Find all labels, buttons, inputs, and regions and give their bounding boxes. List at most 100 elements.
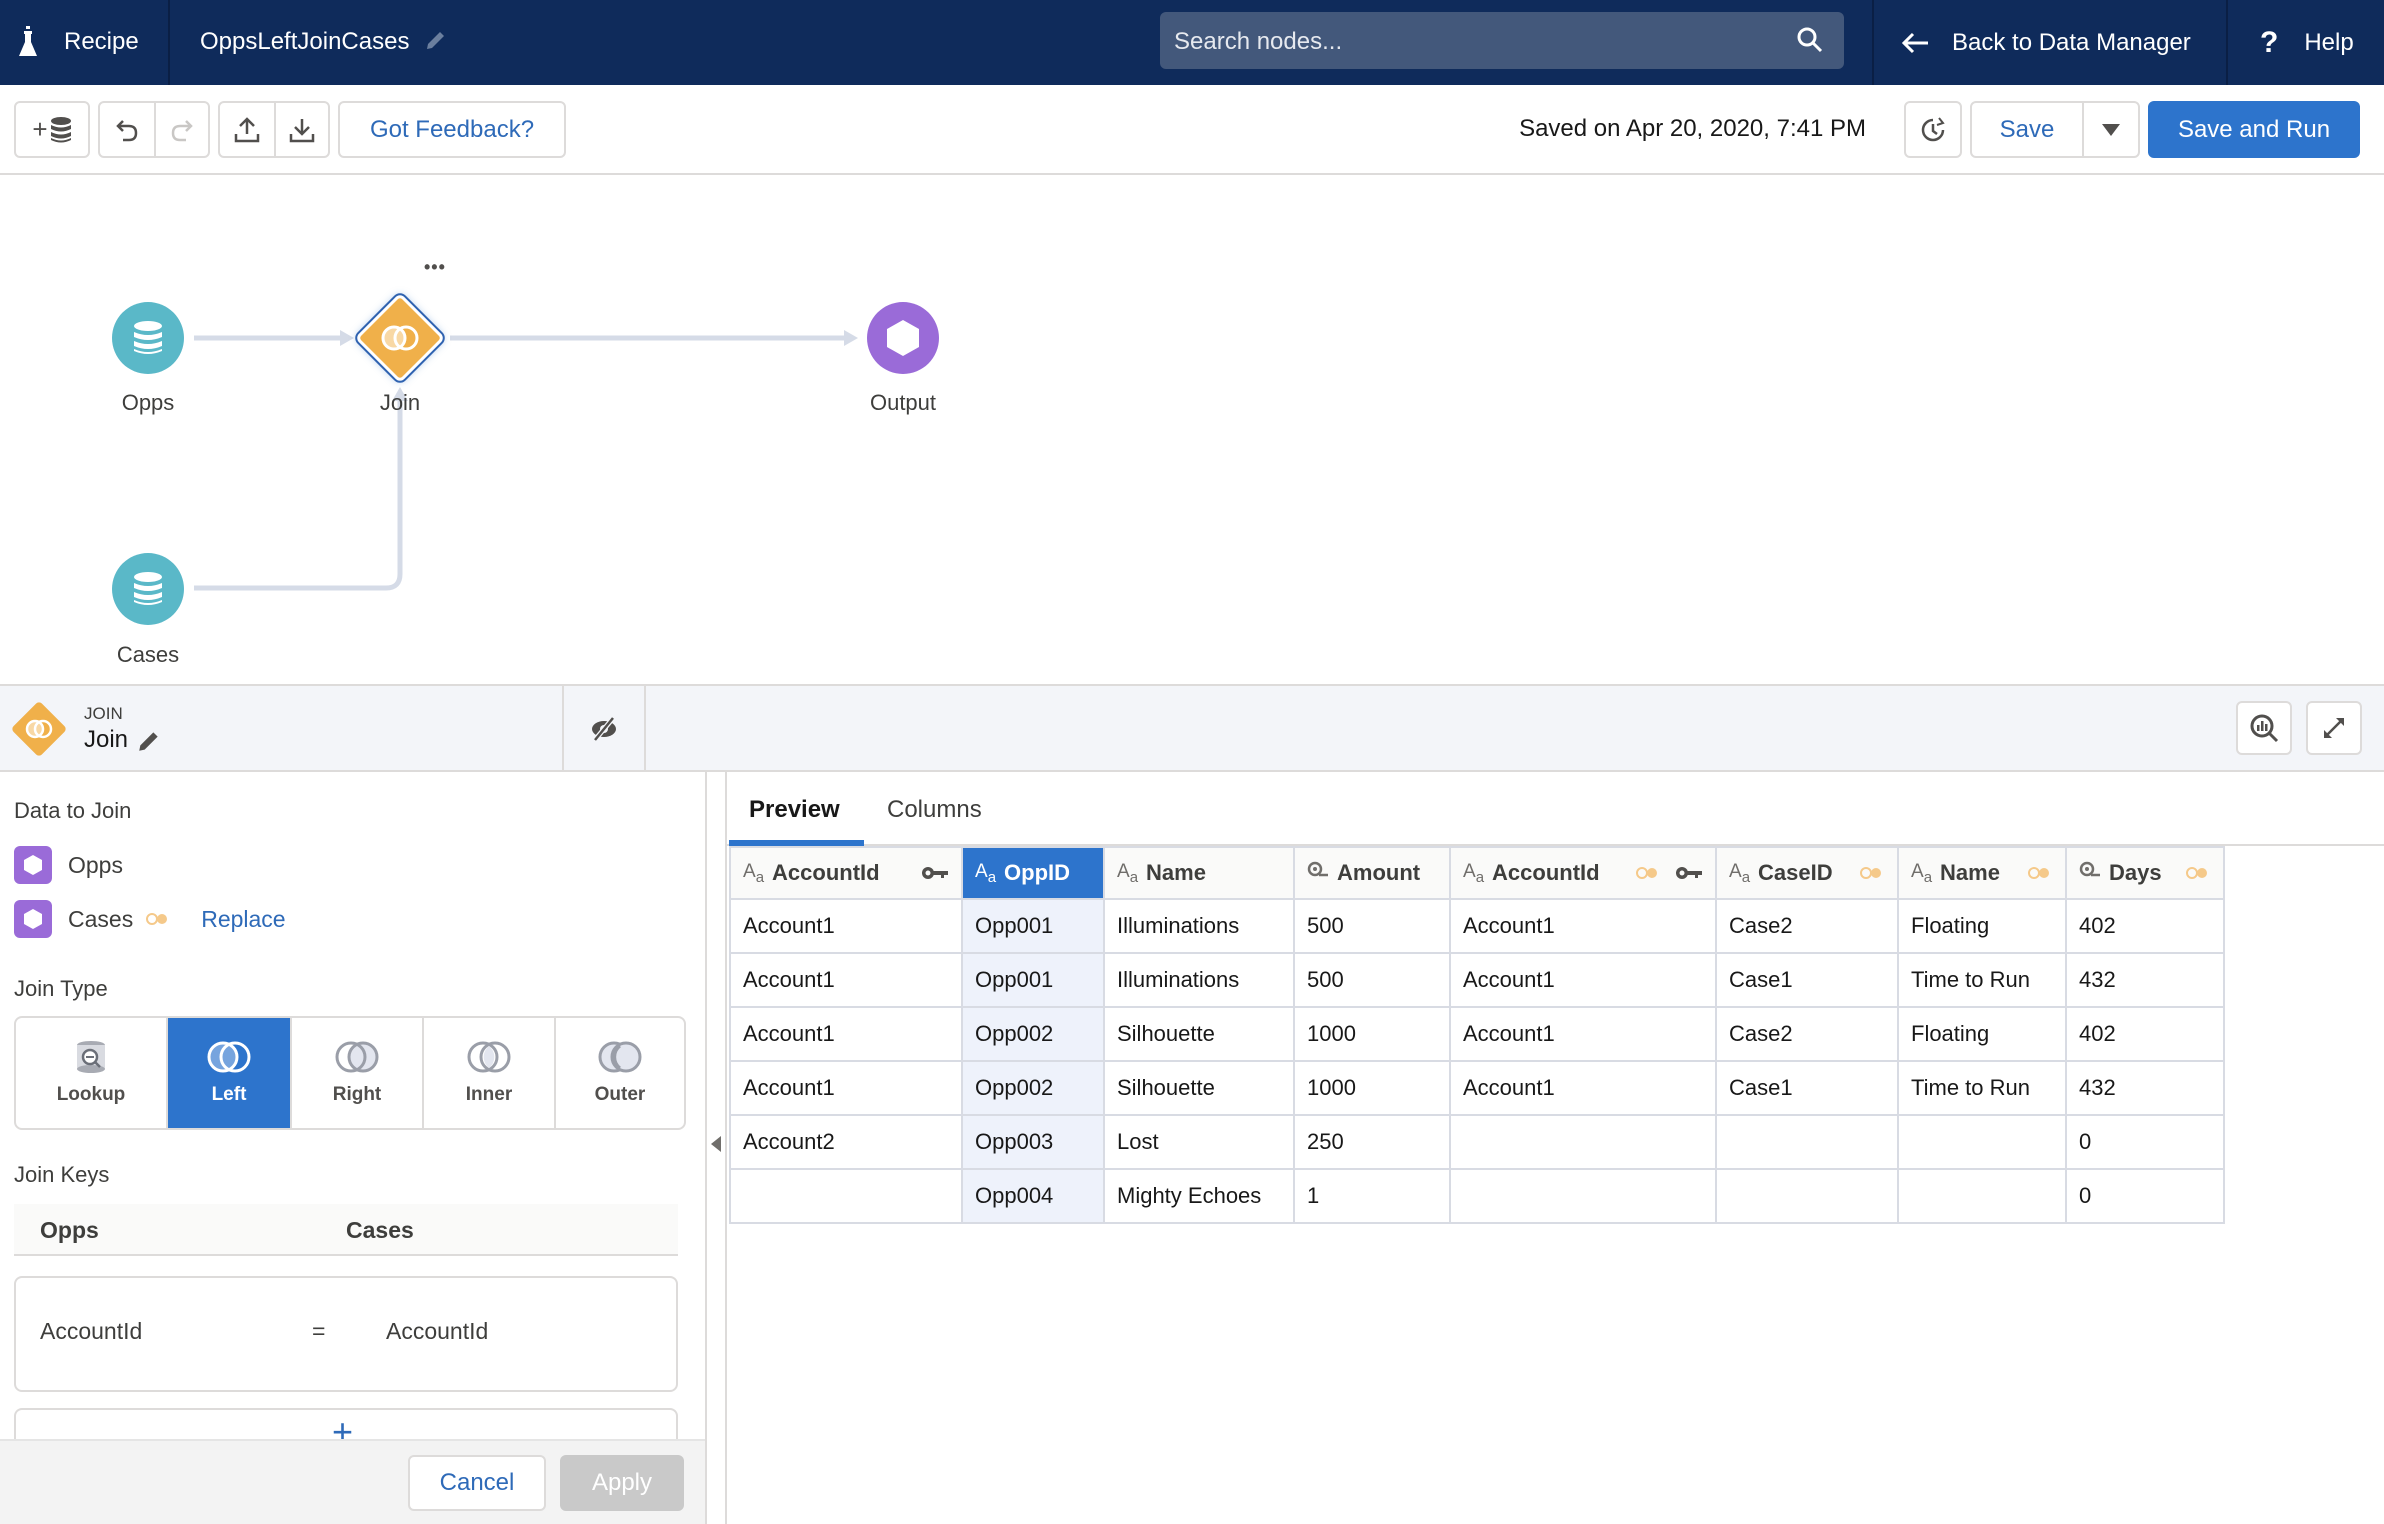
table-cell[interactable]: Time to Run [1897,1060,2067,1116]
table-cell[interactable]: Account1 [1449,952,1717,1008]
node-output[interactable] [867,302,939,374]
column-header[interactable]: Amount [1293,846,1451,900]
panel-collapse-handle[interactable] [707,772,727,1524]
table-cell[interactable]: Account2 [729,1114,963,1170]
table-cell[interactable]: Opp001 [961,898,1105,954]
table-cell[interactable] [1897,1168,2067,1224]
join-key-row[interactable]: AccountId = AccountId [14,1276,678,1392]
table-cell[interactable]: Floating [1897,898,2067,954]
left-key-field[interactable]: AccountId [40,1318,142,1345]
table-cell[interactable] [1715,1168,1899,1224]
table-cell[interactable]: 250 [1293,1114,1451,1170]
table-cell[interactable]: Silhouette [1103,1060,1295,1116]
join-type-left[interactable]: Left [166,1018,290,1128]
column-header[interactable]: Aa OppID [961,846,1105,900]
save-options-dropdown[interactable] [2082,103,2138,156]
table-cell[interactable]: 1 [1293,1168,1451,1224]
add-input-data-button[interactable]: + [14,101,90,158]
table-cell[interactable]: Opp002 [961,1060,1105,1116]
column-header[interactable]: Aa AccountId [729,846,963,900]
column-header[interactable]: Aa CaseID [1715,846,1899,900]
table-cell[interactable] [729,1168,963,1224]
edit-pencil-icon[interactable] [136,728,162,754]
join-type-right[interactable]: Right [290,1018,422,1128]
recipe-name[interactable]: OppsLeftJoinCases [200,28,409,56]
table-cell[interactable]: Opp003 [961,1114,1105,1170]
cancel-button[interactable]: Cancel [408,1455,546,1511]
help-link[interactable]: ? Help [2260,0,2354,85]
recipe-canvas[interactable]: Opps ••• Join Output Cases [0,175,2384,684]
version-history-button[interactable] [1904,101,1962,158]
node-more-options[interactable]: ••• [424,257,446,278]
node-cases[interactable] [112,553,184,625]
table-cell[interactable]: Account1 [729,1060,963,1116]
table-cell[interactable] [1897,1114,2067,1170]
table-cell[interactable]: Case1 [1715,1060,1899,1116]
table-cell[interactable]: Mighty Echoes [1103,1168,1295,1224]
download-button[interactable] [274,103,328,156]
expand-button[interactable] [2306,701,2362,755]
join-type-lookup[interactable]: Lookup [16,1018,166,1128]
save-and-run-button[interactable]: Save and Run [2148,101,2360,158]
node-opps[interactable] [112,302,184,374]
table-cell[interactable]: 500 [1293,898,1451,954]
upload-button[interactable] [220,103,274,156]
hide-preview-button[interactable] [564,686,644,772]
table-cell[interactable]: Floating [1897,1006,2067,1062]
column-header[interactable]: Aa AccountId [1449,846,1717,900]
data-profile-button[interactable] [2236,701,2292,755]
table-cell[interactable]: Case1 [1715,952,1899,1008]
undo-button[interactable] [100,103,154,156]
table-cell[interactable]: Opp002 [961,1006,1105,1062]
table-cell[interactable]: Account1 [729,898,963,954]
back-to-data-manager-link[interactable]: Back to Data Manager [1900,0,2191,85]
tab-columns[interactable]: Columns [887,796,982,824]
table-cell[interactable]: Time to Run [1897,952,2067,1008]
save-button[interactable]: Save [1972,103,2082,156]
table-cell[interactable] [1449,1168,1717,1224]
join-type-inner[interactable]: Inner [422,1018,554,1128]
table-cell[interactable]: 500 [1293,952,1451,1008]
right-key-field[interactable]: AccountId [386,1318,488,1345]
table-cell[interactable]: 0 [2065,1114,2225,1170]
redo-button[interactable] [154,103,208,156]
table-cell[interactable]: Case2 [1715,898,1899,954]
edit-pencil-icon[interactable] [424,28,448,52]
table-cell[interactable]: Opp004 [961,1168,1105,1224]
table-cell[interactable]: Illuminations [1103,898,1295,954]
table-cell[interactable]: 1000 [1293,1006,1451,1062]
top-header: Recipe OppsLeftJoinCases Search nodes...… [0,0,2384,85]
table-cell[interactable]: Opp001 [961,952,1105,1008]
got-feedback-button[interactable]: Got Feedback? [338,101,566,158]
right-source-indicator-icon [2186,867,2207,879]
table-cell[interactable]: Account1 [1449,1006,1717,1062]
table-cell[interactable]: 432 [2065,952,2225,1008]
apply-button[interactable]: Apply [560,1455,684,1511]
table-cell[interactable]: Account1 [1449,898,1717,954]
table-cell[interactable]: Account1 [729,1006,963,1062]
app-label[interactable]: Recipe [64,28,139,56]
plus-icon: + [32,114,48,144]
search-icon[interactable] [1796,26,1824,54]
table-cell[interactable] [1449,1114,1717,1170]
join-type-outer[interactable]: Outer [554,1018,684,1128]
table-cell[interactable] [1715,1114,1899,1170]
table-cell[interactable]: 0 [2065,1168,2225,1224]
column-header[interactable]: Aa Name [1103,846,1295,900]
replace-link[interactable]: Replace [201,906,285,933]
table-cell[interactable]: Illuminations [1103,952,1295,1008]
table-cell[interactable]: 402 [2065,1006,2225,1062]
tab-preview[interactable]: Preview [749,796,840,824]
table-cell[interactable]: Lost [1103,1114,1295,1170]
column-header[interactable]: Days [2065,846,2225,900]
table-cell[interactable]: 402 [2065,898,2225,954]
table-cell[interactable]: Silhouette [1103,1006,1295,1062]
table-cell[interactable]: Case2 [1715,1006,1899,1062]
table-cell[interactable]: Account1 [729,952,963,1008]
node-join[interactable] [351,289,449,387]
column-header[interactable]: Aa Name [1897,846,2067,900]
table-cell[interactable]: Account1 [1449,1060,1717,1116]
table-cell[interactable]: 432 [2065,1060,2225,1116]
table-cell[interactable]: 1000 [1293,1060,1451,1116]
search-nodes-input[interactable]: Search nodes... [1160,12,1844,69]
